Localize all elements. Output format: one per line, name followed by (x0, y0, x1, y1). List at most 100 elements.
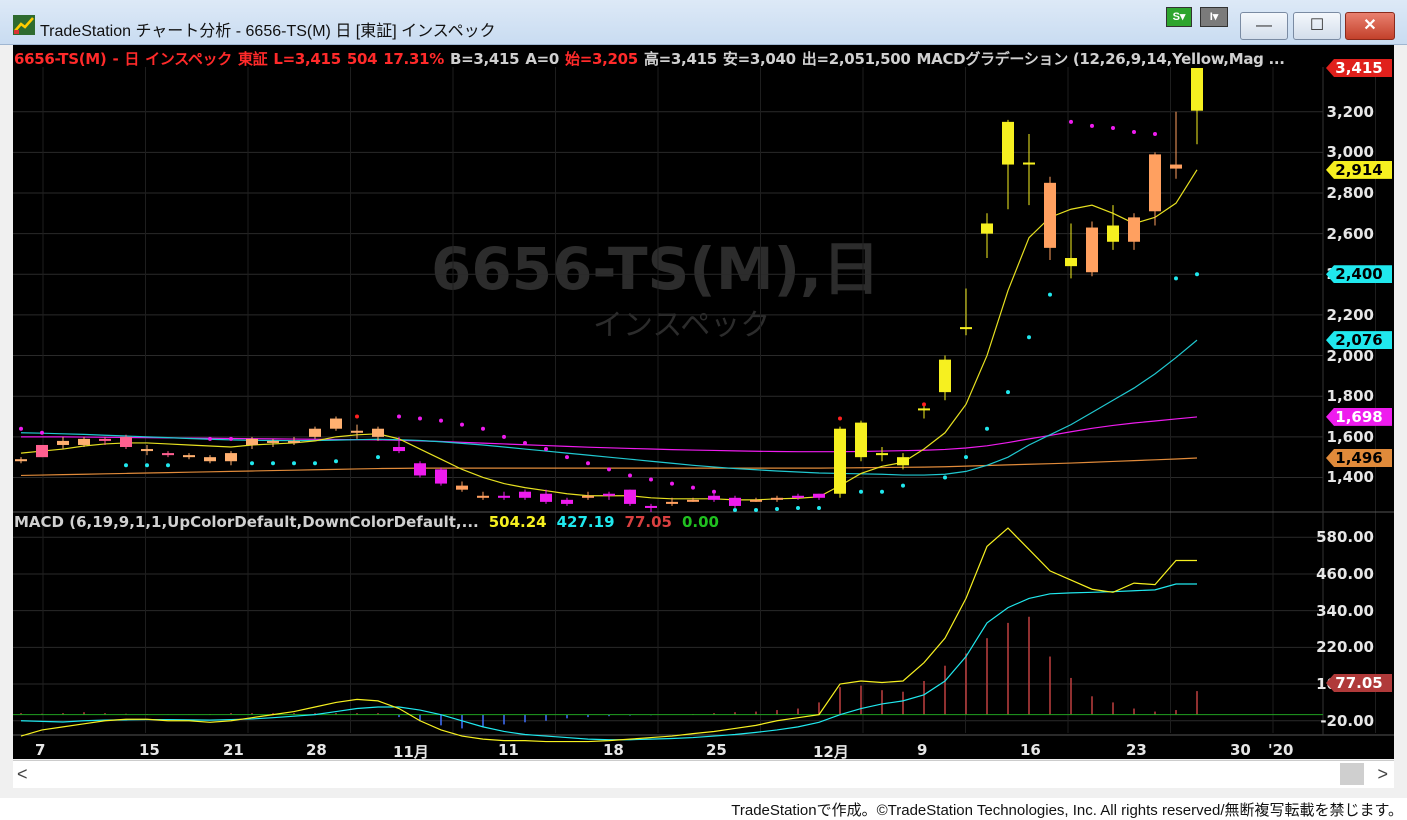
price-badge: 2,400 (1326, 265, 1392, 284)
candle-body (15, 459, 27, 462)
sar-dot (460, 422, 464, 427)
candle-body (456, 485, 468, 490)
time-tick-label: 7 (35, 741, 46, 759)
horizontal-scrollbar[interactable]: < > (13, 760, 1394, 788)
sar-dot (859, 489, 863, 494)
sar-dot (271, 461, 275, 466)
candle-body (36, 444, 48, 458)
candle-body (1065, 258, 1077, 267)
macd-zero-value: 0.00 (681, 513, 719, 531)
candle-body (393, 447, 405, 452)
time-tick-label: 25 (706, 741, 727, 759)
sar-dot (922, 402, 926, 407)
candle-body (435, 469, 447, 484)
status-exchange: 東証 (237, 50, 268, 68)
s-menu-button[interactable]: S▾ (1166, 7, 1192, 27)
close-button[interactable]: ✕ (1345, 12, 1395, 40)
ma-orange-line (20, 457, 1198, 477)
price-tick-label: 2,600 (1326, 224, 1374, 243)
title-bar[interactable]: TradeStation チャート分析 - 6656-TS(M) 日 [東証] … (0, 0, 1407, 45)
candle-body (120, 436, 132, 448)
sar-dot (733, 508, 737, 512)
candle-body (645, 505, 657, 508)
scroll-left-arrow[interactable]: < (17, 764, 28, 785)
status-ask: A=0 (525, 50, 560, 68)
minimize-button[interactable]: — (1240, 12, 1288, 40)
status-interval: 日 (124, 50, 140, 68)
price-chart[interactable] (13, 45, 1394, 759)
candle-body (288, 440, 300, 443)
time-tick-label: 21 (223, 741, 244, 759)
candle-body (204, 457, 216, 462)
sar-dot (313, 461, 317, 466)
candle-body (981, 223, 993, 234)
tradestation-app-icon (13, 15, 35, 35)
sar-dot (292, 461, 296, 466)
sar-dot (775, 506, 779, 511)
candle-body (708, 495, 720, 500)
candle-body (1023, 162, 1035, 165)
price-tick-label: 3,000 (1326, 143, 1374, 162)
maximize-button[interactable]: ☐ (1293, 12, 1341, 40)
status-indicator: MACDグラデーション (12,26,9,14,Yellow,Mag ... (916, 50, 1285, 68)
status-symbol: 6656-TS(M) (14, 50, 107, 68)
time-tick-label: 15 (139, 741, 160, 759)
sar-dot (985, 426, 989, 431)
macd-value: 504.24 (488, 513, 547, 531)
candle-body (330, 418, 342, 429)
candle-body (99, 438, 111, 441)
sar-dot (376, 455, 380, 460)
status-line: 6656-TS(M) - 日インスペック 東証 L=3,415 504 17.31% B=3,… (14, 48, 1326, 68)
chart-area[interactable]: 6656-TS(M),日 インスペック 6656-TS(M) - 日インスペック 東証… (13, 45, 1394, 759)
macd-params: MACD (6,19,9,1,1,UpColorDefault,DownColo… (14, 513, 479, 531)
candle-body (183, 455, 195, 458)
sar-dot (565, 455, 569, 460)
sar-dot (1069, 119, 1073, 124)
sar-dot (355, 414, 359, 419)
sar-dot (19, 426, 23, 431)
candle-body (918, 408, 930, 411)
scroll-thumb[interactable] (1340, 763, 1364, 785)
price-tick-label: 3,200 (1326, 102, 1374, 121)
candle-body (897, 457, 909, 466)
sar-dot (880, 489, 884, 494)
macd-tick-label: 580.00 (1316, 528, 1374, 547)
sar-dot (334, 459, 338, 464)
time-tick-label: 11 (498, 741, 519, 759)
status-high: 高=3,415 (643, 50, 717, 68)
price-badge: 3,415 (1326, 59, 1392, 78)
candle-body (582, 495, 594, 498)
candle-body (603, 493, 615, 496)
sar-dot (124, 463, 128, 468)
sar-dot (40, 430, 44, 435)
candle-body (1086, 227, 1098, 273)
status-change-pct: 17.31% (383, 50, 444, 68)
status-bid: B=3,415 (449, 50, 520, 68)
price-badge: 2,914 (1326, 160, 1392, 179)
s-button-label: S (1172, 11, 1180, 23)
sar-dot (838, 416, 842, 421)
i-menu-button[interactable]: I▾ (1200, 7, 1228, 27)
candle-body (876, 453, 888, 456)
price-badge: 2,076 (1326, 331, 1392, 350)
candle-body (540, 493, 552, 502)
candle-body (414, 463, 426, 476)
candle-body (57, 440, 69, 445)
candle-body (141, 449, 153, 452)
macd-signal-line (20, 583, 1197, 741)
scroll-right-arrow[interactable]: > (1377, 764, 1388, 785)
sar-dot (628, 473, 632, 478)
macd-hist-value: 77.05 (624, 513, 672, 531)
sar-dot (796, 505, 800, 510)
candle-body (813, 493, 825, 498)
time-tick-label: 28 (306, 741, 327, 759)
candle-body (687, 499, 699, 502)
price-badge: 1,698 (1326, 407, 1392, 426)
sar-dot (649, 477, 653, 482)
sar-dot (544, 447, 548, 452)
candle-body (477, 495, 489, 498)
sar-dot (145, 463, 149, 468)
price-tick-label: 2,000 (1326, 346, 1374, 365)
candle-body (792, 495, 804, 498)
sar-dot (229, 436, 233, 441)
